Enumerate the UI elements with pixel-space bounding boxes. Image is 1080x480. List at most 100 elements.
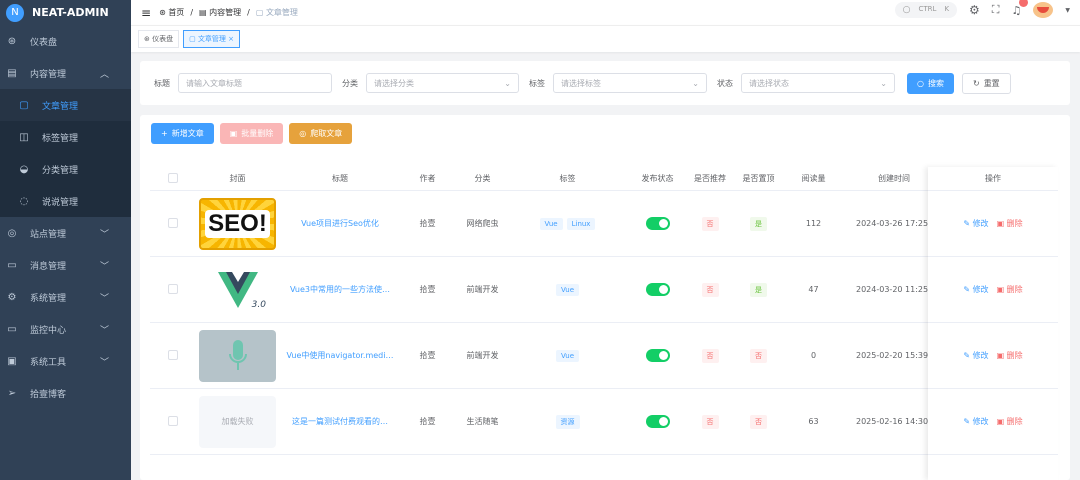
select-all-checkbox[interactable] (167, 172, 178, 183)
breadcrumb: ⊛ 首页 / ▤ 内容管理 / ▢ 文章管理 (159, 7, 298, 18)
avatar[interactable] (1033, 2, 1054, 18)
tag-select[interactable]: 请选择标签 ⌄ (553, 73, 707, 93)
top-badge: 是 (750, 216, 767, 231)
top-badge: 否 (750, 414, 767, 429)
article-title-link[interactable]: Vue3中常用的一些方法使… (280, 284, 400, 295)
tabs-bar: ⊛ 仪表盘 ▢ 文章管理 × (131, 25, 1080, 52)
sidebar-item-categories[interactable]: ◒ 分类管理 (0, 153, 131, 185)
trash-icon: ▣ (229, 129, 238, 138)
read-count: 63 (808, 417, 819, 426)
publish-toggle[interactable] (645, 349, 670, 362)
close-icon[interactable]: × (228, 35, 234, 43)
col-recommend: 是否推荐 (694, 174, 726, 183)
status-select[interactable]: 请选择状态 ⌄ (741, 73, 895, 93)
category: 前端开发 (466, 285, 499, 294)
sidebar-item-messages[interactable]: ▭ 消息管理 ﹀ (0, 249, 131, 281)
row-actions: ✎ 修改 ▣ 删除 (928, 191, 1058, 257)
bell-icon[interactable]: ♫ (1012, 0, 1029, 17)
author: 拾壹 (419, 351, 436, 360)
chat-icon: ◌ (19, 195, 29, 207)
chevron-down-icon: ﹀ (99, 293, 109, 304)
edit-button[interactable]: ✎ 修改 (963, 350, 988, 361)
tab-dashboard[interactable]: ⊛ 仪表盘 (138, 30, 180, 48)
delete-button[interactable]: ▣ 删除 (997, 416, 1023, 427)
cover-image: 3.0 (195, 263, 280, 316)
category: 前端开发 (466, 351, 499, 360)
trash-icon: ▣ (996, 417, 1005, 426)
sidebar-item-tags[interactable]: ◫ 标签管理 (0, 121, 131, 153)
publish-toggle[interactable] (645, 217, 670, 230)
read-count: 47 (808, 285, 819, 294)
sidebar-item-monitor[interactable]: ▭ 监控中心 ﹀ (0, 313, 131, 345)
recommend-badge: 否 (701, 348, 719, 363)
search-button[interactable]: ○ 搜索 (907, 72, 954, 94)
col-status: 发布状态 (641, 174, 674, 183)
label: 标签管理 (42, 133, 79, 144)
article-table-card: + 新增文章 ▣ 批量删除 ◎ 爬取文章 封面 标题 作者 分类 标签 发布状态 是否… (140, 115, 1070, 480)
tag-badge: Linux (566, 217, 596, 230)
edit-button[interactable]: ✎ 修改 (963, 218, 988, 229)
hamburger-icon[interactable]: ≡ (141, 6, 151, 20)
table-header: 封面 标题 作者 分类 标签 发布状态 是否推荐 是否置顶 阅读量 创建时间 (150, 167, 928, 191)
row-checkbox[interactable] (167, 415, 178, 426)
sidebar-item-tools[interactable]: ▣ 系统工具 ﹀ (0, 345, 131, 377)
label: 文章管理 (42, 101, 79, 112)
col-title: 标题 (332, 174, 348, 183)
label: 说说管理 (42, 197, 79, 208)
title-input[interactable]: 请输入文章标题 (178, 73, 332, 93)
article-title-link[interactable]: Vue项目进行Seo优化 (280, 218, 400, 229)
sidebar-item-articles[interactable]: ▢ 文章管理 (0, 89, 131, 121)
gear-icon[interactable]: ⚙ (969, 3, 980, 17)
col-cover: 封面 (229, 174, 246, 183)
sidebar-item-talks[interactable]: ◌ 说说管理 (0, 185, 131, 217)
edit-button[interactable]: ✎ 修改 (963, 284, 988, 295)
add-article-button[interactable]: + 新增文章 (151, 123, 214, 144)
tab-articles[interactable]: ▢ 文章管理 × (183, 30, 241, 48)
title-label: 标题 (154, 78, 170, 88)
label: 拾壹博客 (30, 389, 67, 400)
crawl-article-button[interactable]: ◎ 爬取文章 (289, 123, 353, 144)
chevron-down-icon: ﹀ (99, 261, 109, 272)
logo[interactable]: N NEAT-ADMIN (0, 0, 131, 25)
article-title-link[interactable]: Vue中使用navigator.medi… (280, 350, 400, 361)
row-actions: ✎ 修改 ▣ 删除 (928, 257, 1058, 323)
sidebar-item-site[interactable]: ◎ 站点管理 ﹀ (0, 217, 131, 249)
edit-button[interactable]: ✎ 修改 (963, 416, 988, 427)
label: 分类管理 (42, 165, 79, 176)
row-checkbox[interactable] (167, 217, 178, 228)
trash-icon: ▣ (996, 351, 1005, 360)
publish-toggle[interactable] (645, 415, 670, 428)
cover-image (195, 329, 280, 382)
global-search-button[interactable]: ○ CTRL K (894, 2, 958, 18)
sidebar-item-dashboard[interactable]: ⊛ 仪表盘 (0, 25, 131, 57)
category-select[interactable]: 请选择分类 ⌄ (366, 73, 519, 93)
breadcrumb-home[interactable]: ⊛ 首页 (159, 7, 184, 18)
article-title-link[interactable]: 这是一篇测试付费观看的… (280, 416, 400, 427)
row-checkbox[interactable] (167, 349, 178, 360)
row-actions: ✎ 修改 ▣ 删除 (928, 389, 1058, 455)
author: 拾壹 (419, 417, 436, 426)
top-badge: 是 (750, 282, 767, 297)
reset-button[interactable]: ↻ 重置 (961, 72, 1011, 94)
caret-down-icon[interactable]: ▼ (1065, 7, 1070, 14)
breadcrumb-content[interactable]: ▤ 内容管理 (199, 7, 241, 18)
batch-delete-button[interactable]: ▣ 批量删除 (219, 123, 284, 144)
edit-icon: ✎ (963, 285, 971, 294)
category: 网络爬虫 (466, 219, 499, 228)
tags: Vue (510, 349, 625, 362)
delete-button[interactable]: ▣ 删除 (997, 284, 1023, 295)
sidebar-item-blog[interactable]: ➢ 拾壹博客 (0, 377, 131, 409)
edit-icon: ✎ (963, 351, 971, 360)
chevron-down-icon: ﹀ (99, 325, 109, 336)
edit-icon: ✎ (963, 219, 971, 228)
publish-toggle[interactable] (645, 283, 670, 296)
category-label: 分类 (342, 78, 358, 88)
sidebar-item-system[interactable]: ⚙ 系统管理 ﹀ (0, 281, 131, 313)
row-checkbox[interactable] (167, 283, 178, 294)
delete-button[interactable]: ▣ 删除 (997, 218, 1023, 229)
sidebar-item-content[interactable]: ▤ 内容管理 ︿ (0, 57, 131, 89)
col-tags: 标签 (559, 174, 576, 183)
fullscreen-icon[interactable]: ⛶ (992, 3, 1000, 17)
logo-icon: N (6, 3, 24, 22)
delete-button[interactable]: ▣ 删除 (997, 350, 1023, 361)
